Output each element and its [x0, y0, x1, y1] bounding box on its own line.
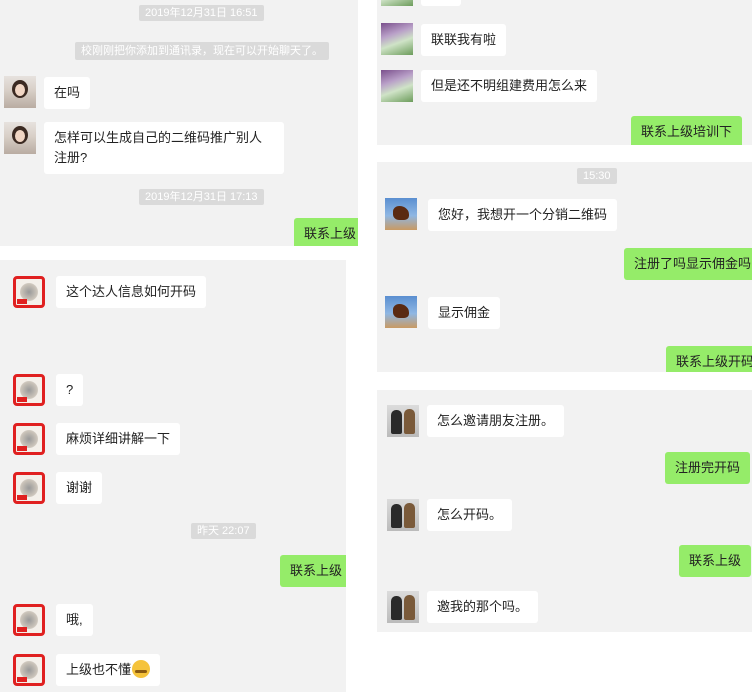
avatar[interactable]	[385, 198, 417, 230]
message-bubble[interactable]: 上级也不懂	[56, 654, 161, 686]
message-bubble[interactable]: 这个达人信息如何开码	[56, 276, 207, 308]
message-text: 上级也不懂	[66, 662, 132, 677]
my-message-bubble[interactable]: 联系上级	[294, 218, 358, 246]
timestamp: 2019年12月31日 17:13	[139, 189, 264, 205]
message-bubble[interactable]: 在吗	[44, 77, 91, 109]
timestamp: 15:30	[577, 168, 617, 184]
chat-panel-1: 2019年12月31日 16:51 校刚刚把你添加到通讯录，现在可以开始聊天了。…	[0, 0, 358, 246]
avatar[interactable]	[387, 405, 419, 437]
avatar[interactable]	[13, 604, 45, 636]
message-bubble[interactable]: 怎么邀请朋友注册。	[427, 405, 565, 437]
message-bubble[interactable]: 怎么开码。	[427, 499, 513, 531]
avatar[interactable]	[387, 591, 419, 623]
avatar[interactable]	[381, 23, 413, 55]
my-message-bubble[interactable]: 联系上级开码	[666, 346, 752, 372]
my-message-bubble[interactable]: 联系上级培训下	[631, 116, 743, 145]
message-bubble[interactable]: 邀我的那个吗。	[427, 591, 539, 623]
chat-panel-5: 怎么邀请朋友注册。 注册完开码 怎么开码。 联系上级 邀我的那个吗。	[377, 390, 752, 632]
avatar[interactable]	[387, 499, 419, 531]
avatar[interactable]	[381, 0, 413, 6]
timestamp: 2019年12月31日 16:51	[139, 5, 264, 21]
avatar[interactable]	[13, 654, 45, 686]
system-notice: 校刚刚把你添加到通讯录，现在可以开始聊天了。	[75, 42, 329, 60]
chat-panel-2: 这个达人信息如何开码 ? 麻烦详细讲解一下 谢谢 昨天 22:07 联系上级 哦…	[0, 260, 346, 692]
my-message-bubble[interactable]: 注册完开码	[665, 452, 751, 484]
my-message-bubble[interactable]: 联系上级	[679, 545, 752, 577]
chat-panel-4: 15:30 您好，我想开一个分销二维码 注册了吗显示佣金吗 显示佣金 联系上级开…	[377, 162, 752, 372]
avatar[interactable]	[4, 76, 36, 108]
message-bubble[interactable]: 哦,	[56, 604, 93, 636]
avatar[interactable]	[13, 423, 45, 455]
chat-panel-3: 联联我有啦 但是还不明组建费用怎么来 联系上级培训下	[377, 0, 752, 145]
message-bubble[interactable]: 麻烦详细讲解一下	[56, 423, 181, 455]
avatar[interactable]	[13, 276, 45, 308]
sweat-smile-emoji-icon	[132, 660, 151, 678]
avatar[interactable]	[381, 70, 413, 102]
message-bubble[interactable]: 怎样可以生成自己的二维码推广别人注册?	[44, 122, 284, 174]
message-bubble[interactable]: ?	[56, 374, 84, 406]
my-message-bubble[interactable]: 注册了吗显示佣金吗	[624, 248, 752, 280]
message-bubble[interactable]: 但是还不明组建费用怎么来	[421, 70, 598, 102]
avatar[interactable]	[13, 472, 45, 504]
avatar[interactable]	[13, 374, 45, 406]
message-bubble[interactable]: 谢谢	[56, 472, 103, 504]
avatar[interactable]	[385, 296, 417, 328]
timestamp: 昨天 22:07	[191, 523, 256, 539]
message-bubble[interactable]: 显示佣金	[428, 297, 501, 329]
message-bubble[interactable]: 您好，我想开一个分销二维码	[428, 199, 618, 231]
message-bubble	[421, 0, 461, 6]
message-bubble[interactable]: 联联我有啦	[421, 24, 507, 56]
avatar[interactable]	[4, 122, 36, 154]
my-message-bubble[interactable]: 联系上级	[280, 555, 346, 587]
